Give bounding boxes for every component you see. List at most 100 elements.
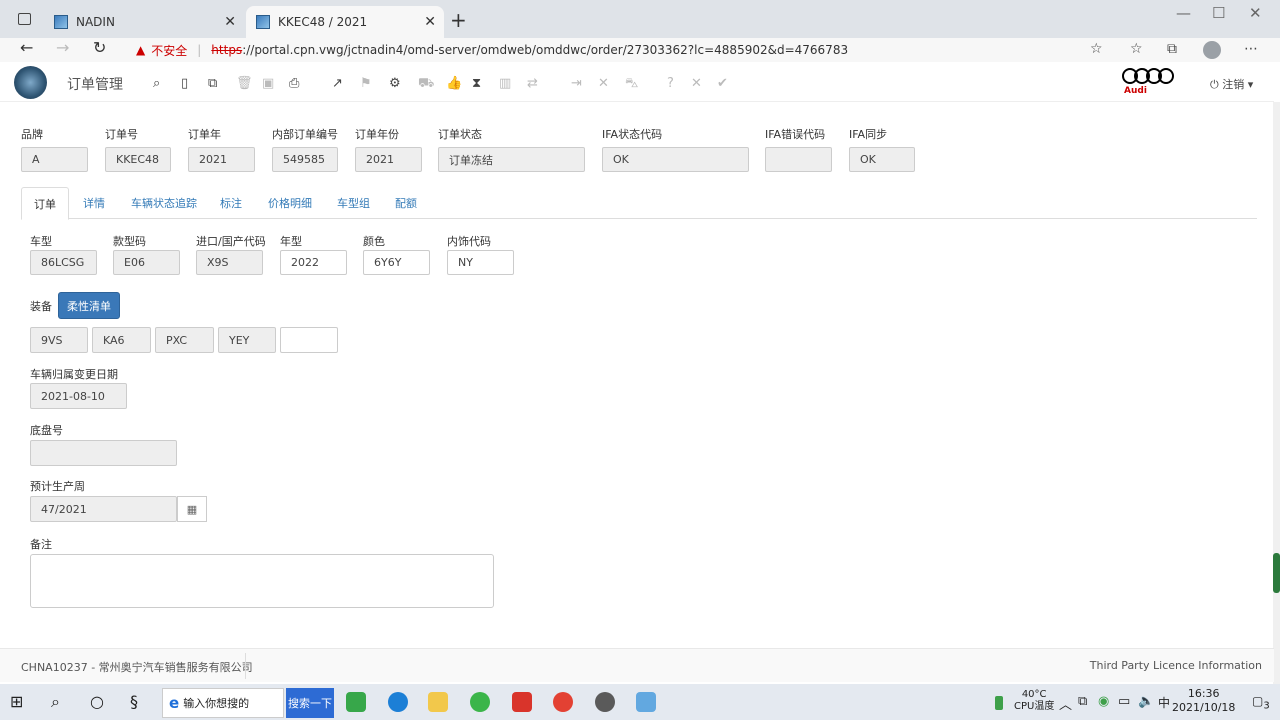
sign-in-icon[interactable]: ⇥ xyxy=(571,76,582,91)
tab-vehicle-tracking[interactable]: 车辆状态追踪 xyxy=(131,187,197,219)
style-code-input[interactable]: E06 xyxy=(113,250,180,275)
model-input[interactable]: 86LCSG xyxy=(30,250,97,275)
network-icon[interactable]: ▭ xyxy=(1118,694,1130,709)
green-browser-icon[interactable] xyxy=(346,692,366,712)
licence-link[interactable]: Third Party Licence Information xyxy=(1090,659,1262,672)
thumbs-up-icon[interactable]: 👍 xyxy=(446,76,462,91)
maximize-icon[interactable]: ☐ xyxy=(1212,4,1225,22)
copy-icon[interactable]: ⧉ xyxy=(208,76,217,91)
minimize-icon[interactable]: — xyxy=(1176,4,1191,22)
style-code-label: 款型码 xyxy=(113,235,146,248)
equipment-item[interactable]: KA6 xyxy=(92,327,151,353)
ifa-status-code-input[interactable]: OK xyxy=(602,147,749,172)
cart-icon[interactable]: ⛍ xyxy=(625,76,638,93)
chassis-input[interactable] xyxy=(30,440,177,466)
remote-desktop-icon[interactable] xyxy=(636,692,656,712)
equipment-item[interactable]: 9VS xyxy=(30,327,88,353)
taskbar-search-button[interactable]: 搜索一下 xyxy=(286,688,334,718)
color-input[interactable]: 6Y6Y xyxy=(363,250,430,275)
file-explorer-icon[interactable] xyxy=(428,692,448,712)
tab-model-group[interactable]: 车型组 xyxy=(337,187,370,219)
order-year-2-input[interactable]: 2021 xyxy=(355,147,422,172)
cortana-icon[interactable]: ○ xyxy=(90,692,104,711)
tab-title: NADIN xyxy=(76,15,115,29)
order-year-input[interactable]: 2021 xyxy=(188,147,255,172)
tray-app-icon[interactable]: ⧉ xyxy=(1078,694,1087,709)
new-document-icon[interactable]: ▯ xyxy=(181,76,188,91)
wechat-icon[interactable] xyxy=(470,692,490,712)
wps-icon[interactable] xyxy=(512,692,532,712)
search-icon[interactable]: ⌕ xyxy=(51,692,60,712)
internal-order-number-input[interactable]: 549585 xyxy=(272,147,338,172)
volume-icon[interactable]: 🔈 xyxy=(1138,694,1154,709)
tab-actions-icon[interactable] xyxy=(18,13,31,25)
chart-icon[interactable]: ▥ xyxy=(499,76,511,91)
chevron-up-icon[interactable]: ︿ xyxy=(1059,694,1072,713)
logout-button[interactable]: ⏻ 注销 ▾ xyxy=(1210,76,1253,92)
tray-security-icon[interactable]: ◉ xyxy=(1098,694,1109,709)
settings-icon[interactable]: ⚙ xyxy=(389,76,401,91)
reject-icon[interactable]: ✕ xyxy=(691,76,702,91)
search-icon[interactable]: ⌕ xyxy=(153,76,160,91)
tab-details[interactable]: 详情 xyxy=(83,187,105,219)
order-number-input[interactable]: KKEC48 xyxy=(105,147,171,172)
flag-icon[interactable]: ⚑ xyxy=(360,76,372,91)
tab-price-details[interactable]: 价格明细 xyxy=(268,187,312,219)
model-year-input[interactable]: 2022 xyxy=(280,250,347,275)
swap-icon[interactable]: ⇄ xyxy=(527,76,538,91)
browser-tab-order[interactable]: KKEC48 / 2021 ✕ xyxy=(246,6,444,38)
chrome-icon[interactable] xyxy=(553,692,573,712)
url-field[interactable]: ▲ 不安全 | https ://portal.cpn.vwg/jctnadin… xyxy=(120,38,1112,62)
profile-avatar[interactable] xyxy=(1203,41,1221,59)
scrollbar-thumb[interactable] xyxy=(1273,553,1280,593)
tab-quota[interactable]: 配额 xyxy=(395,187,417,219)
page-scrollbar[interactable] xyxy=(1273,102,1280,684)
help-icon[interactable]: ? xyxy=(667,76,674,91)
app-s-icon[interactable]: § xyxy=(130,692,138,711)
print-icon[interactable]: ⎙ xyxy=(289,76,299,91)
browser-tab-nadin[interactable]: NADIN ✕ xyxy=(44,6,244,38)
ifa-error-code-input[interactable] xyxy=(765,147,832,172)
ime-indicator[interactable]: 中 xyxy=(1158,694,1170,711)
close-window-icon[interactable]: ✕ xyxy=(1249,4,1262,22)
truck-icon[interactable]: ⛟ xyxy=(418,76,434,93)
import-code-input[interactable]: X9S xyxy=(196,250,263,275)
remarks-textarea[interactable] xyxy=(30,554,494,608)
hourglass-icon[interactable]: ⧗ xyxy=(472,76,481,91)
close-tab-icon[interactable]: ✕ xyxy=(224,14,236,30)
notification-icon[interactable]: ▢3 xyxy=(1252,694,1270,711)
favorites-icon[interactable]: ☆ xyxy=(1130,41,1143,57)
back-icon[interactable]: ← xyxy=(20,38,33,57)
new-tab-button[interactable]: + xyxy=(450,8,467,32)
equipment-item[interactable]: PXC xyxy=(155,327,214,353)
edge-icon[interactable] xyxy=(388,692,408,712)
tab-annotations[interactable]: 标注 xyxy=(220,187,242,219)
ifa-sync-input[interactable]: OK xyxy=(849,147,915,172)
tab-order[interactable]: 订单 xyxy=(21,187,69,220)
windows-start-icon[interactable]: ⊞ xyxy=(10,692,23,711)
brand-input[interactable]: A xyxy=(21,147,88,172)
taskbar-search-input[interactable]: e 输入你想搜的 xyxy=(162,688,284,718)
settings-app-icon[interactable] xyxy=(595,692,615,712)
flex-list-button[interactable]: 柔性清单 xyxy=(58,292,120,319)
confirm-icon[interactable]: ✔ xyxy=(717,76,728,91)
share-icon[interactable]: ↗ xyxy=(332,76,343,91)
ownership-change-input[interactable]: 2021-08-10 xyxy=(30,383,127,409)
production-week-input[interactable]: 47/2021 xyxy=(30,496,177,522)
equipment-item[interactable]: YEY xyxy=(218,327,276,353)
taskbar-clock[interactable]: 16:36 2021/10/18 xyxy=(1172,687,1235,715)
close-tab-icon[interactable]: ✕ xyxy=(424,14,436,30)
refresh-icon[interactable]: ↻ xyxy=(93,38,106,57)
collections-icon[interactable]: ⧉ xyxy=(1167,41,1177,57)
save-icon[interactable]: ▣ xyxy=(262,76,274,91)
delete-icon[interactable]: 🗑 xyxy=(236,76,253,91)
interior-code-input[interactable]: NY xyxy=(447,250,514,275)
forward-icon[interactable]: → xyxy=(56,38,69,57)
add-favorite-icon[interactable]: ☆ xyxy=(1090,41,1103,57)
battery-icon[interactable] xyxy=(995,696,1003,710)
more-menu-icon[interactable]: ⋯ xyxy=(1244,41,1258,57)
cancel-icon[interactable]: ✕ xyxy=(598,76,609,91)
equipment-item-empty[interactable] xyxy=(280,327,338,353)
calendar-icon[interactable]: ▦ xyxy=(177,496,207,522)
order-status-input[interactable]: 订单冻结 xyxy=(438,147,585,172)
